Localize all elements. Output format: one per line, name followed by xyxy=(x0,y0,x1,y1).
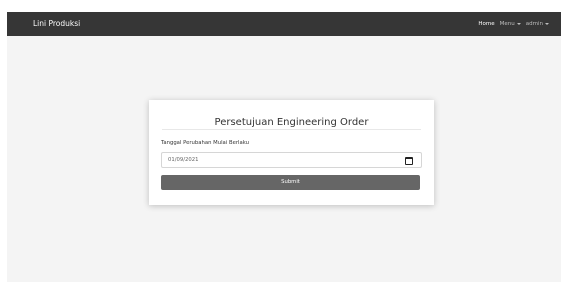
submit-button[interactable]: Submit xyxy=(161,175,420,190)
navbar: Lini Produksi Home Menu admin xyxy=(7,12,561,36)
approval-card: Persetujuan Engineering Order Tanggal Pe… xyxy=(149,100,434,205)
nav-menu-dropdown[interactable]: Menu xyxy=(500,21,521,27)
navbar-links: Home Menu admin xyxy=(478,12,549,36)
date-input-value: 01/09/2021 xyxy=(168,157,199,163)
date-field-label: Tanggal Perubahan Mulai Berlaku xyxy=(161,140,249,146)
app-window: Lini Produksi Home Menu admin Persetujua… xyxy=(7,12,561,282)
nav-link-home[interactable]: Home xyxy=(478,21,494,27)
navbar-brand[interactable]: Lini Produksi xyxy=(33,12,80,36)
nav-menu-label: Menu xyxy=(499,21,515,27)
nav-user-dropdown[interactable]: admin xyxy=(526,21,549,27)
date-input[interactable]: 01/09/2021 xyxy=(161,152,422,168)
nav-user-label: admin xyxy=(525,21,543,27)
card-title: Persetujuan Engineering Order xyxy=(214,117,369,128)
caret-down-icon xyxy=(516,22,521,25)
calendar-icon[interactable] xyxy=(405,157,413,165)
caret-down-icon xyxy=(545,22,549,25)
divider xyxy=(162,129,421,130)
